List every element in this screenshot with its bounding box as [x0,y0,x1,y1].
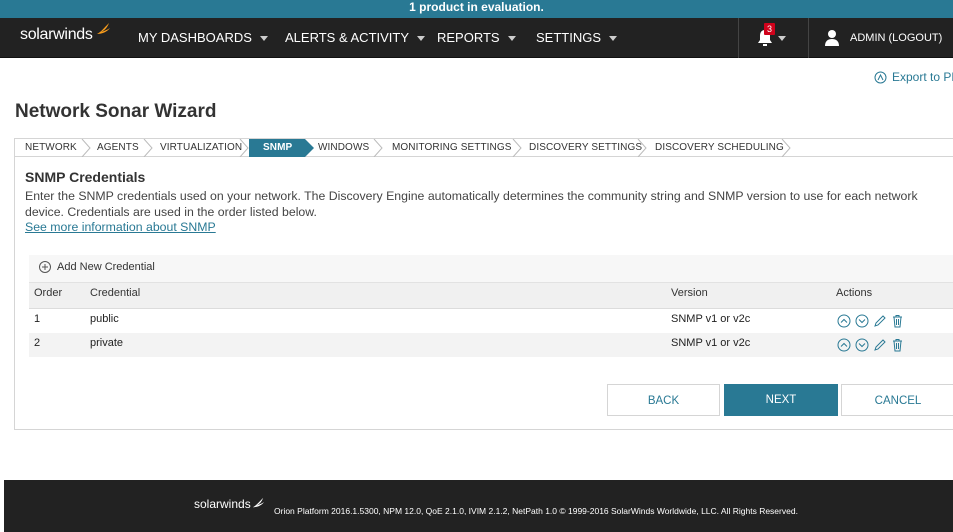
step-agents[interactable]: AGENTS [97,139,139,157]
table-row: 1 public SNMP v1 or v2c [29,309,953,333]
wizard-panel: NETWORK AGENTS VIRTUALIZATION SNMP WINDO… [14,138,953,430]
col-version: Version [671,287,708,299]
move-up-icon[interactable] [837,314,851,328]
add-icon [39,261,51,273]
table-row: 2 private SNMP v1 or v2c [29,333,953,357]
step-label: WINDOWS [318,142,370,153]
chevron-down-icon [507,36,516,42]
delete-trash-icon[interactable] [891,338,904,352]
nav-divider [738,18,739,58]
step-label: SNMP [263,142,293,153]
nav-reports-label: REPORTS [437,30,500,45]
flame-icon [251,497,265,512]
step-label: VIRTUALIZATION [160,142,243,153]
move-up-icon[interactable] [837,338,851,352]
step-active-arrow [305,139,314,157]
section-title: SNMP Credentials [25,169,146,185]
logo-text: solarwinds [20,26,93,43]
step-separator [373,139,383,157]
top-navigation: solarwinds MY DASHBOARDS ALERTS & ACTIVI… [0,18,953,58]
row-order: 1 [34,313,41,325]
step-discovery-settings[interactable]: DISCOVERY SETTINGS [529,139,642,157]
nav-settings-label: SETTINGS [536,30,602,45]
page-title: Network Sonar Wizard [15,101,217,122]
nav-my-dashboards[interactable]: MY DASHBOARDS [138,18,268,58]
credentials-toolbar: Add New Credential [29,255,953,283]
edit-pencil-icon[interactable] [873,314,887,328]
nav-my-dashboards-label: MY DASHBOARDS [138,30,252,45]
step-label: AGENTS [97,142,139,153]
evaluation-banner: 1 product in evaluation. [0,0,953,18]
step-separator [81,139,91,157]
nav-reports[interactable]: REPORTS [437,18,516,58]
step-network[interactable]: NETWORK [25,139,77,157]
export-to-pdf-label: Export to PDF [892,70,953,84]
cancel-button[interactable]: CANCEL [841,384,953,416]
banner-text: 1 product in evaluation. [409,0,544,14]
add-new-credential-label: Add New Credential [57,261,155,273]
solarwinds-logo[interactable]: solarwinds [20,23,111,44]
pdf-icon [874,71,887,83]
admin-logout-link[interactable]: ADMIN (LOGOUT) [850,18,942,58]
row-actions [837,338,908,352]
nav-settings[interactable]: SETTINGS [536,18,618,58]
step-discovery-scheduling[interactable]: DISCOVERY SCHEDULING [655,139,784,157]
step-virtualization[interactable]: VIRTUALIZATION [160,139,242,157]
step-label: MONITORING SETTINGS [392,142,512,153]
add-new-credential-button[interactable]: Add New Credential [39,261,155,273]
flame-icon [95,22,111,41]
page-footer: solarwinds Orion Platform 2016.1.5300, N… [4,480,953,532]
wizard-steps: NETWORK AGENTS VIRTUALIZATION SNMP WINDO… [15,139,953,157]
chevron-down-icon [259,36,268,42]
step-separator [637,139,647,157]
row-version: SNMP v1 or v2c [671,313,751,325]
footer-logo-text: solarwinds [194,497,251,511]
step-monitoring-settings[interactable]: MONITORING SETTINGS [392,139,512,157]
edit-pencil-icon[interactable] [873,338,887,352]
step-label: DISCOVERY SETTINGS [529,142,643,153]
footer-logo: solarwinds [194,497,265,512]
next-button[interactable]: NEXT [724,384,838,416]
chevron-down-icon [417,36,426,42]
step-separator [781,139,791,157]
user-icon [824,29,840,52]
back-button[interactable]: BACK [607,384,720,416]
chevron-down-icon[interactable] [778,36,786,41]
col-order: Order [34,287,63,299]
step-label: NETWORK [25,142,77,153]
snmp-info-link[interactable]: See more information about SNMP [25,220,216,234]
row-order: 2 [34,337,41,349]
row-credential: private [90,337,124,349]
move-down-icon[interactable] [855,338,869,352]
chevron-down-icon [609,36,618,42]
move-down-icon[interactable] [855,314,869,328]
row-credential: public [90,313,119,325]
row-actions [837,314,908,328]
nav-divider [808,18,809,58]
nav-alerts-activity[interactable]: ALERTS & ACTIVITY [285,18,426,58]
export-to-pdf-link[interactable]: Export to PDF [874,70,953,84]
delete-trash-icon[interactable] [891,314,904,328]
row-version: SNMP v1 or v2c [671,337,751,349]
notification-count-badge: 3 [764,23,776,35]
col-credential: Credential [90,287,141,299]
step-label: DISCOVERY SCHEDULING [655,142,784,153]
step-separator [143,139,153,157]
footer-copyright: Orion Platform 2016.1.5300, NPM 12.0, Qo… [274,506,798,516]
section-description: Enter the SNMP credentials used on your … [25,189,918,219]
col-actions: Actions [836,287,873,299]
step-separator [239,139,249,157]
credentials-table-header: Order Credential Version Actions [29,283,953,309]
step-separator [512,139,522,157]
step-snmp[interactable]: SNMP [249,139,305,157]
nav-alerts-activity-label: ALERTS & ACTIVITY [285,30,410,45]
step-windows[interactable]: WINDOWS [318,139,369,157]
